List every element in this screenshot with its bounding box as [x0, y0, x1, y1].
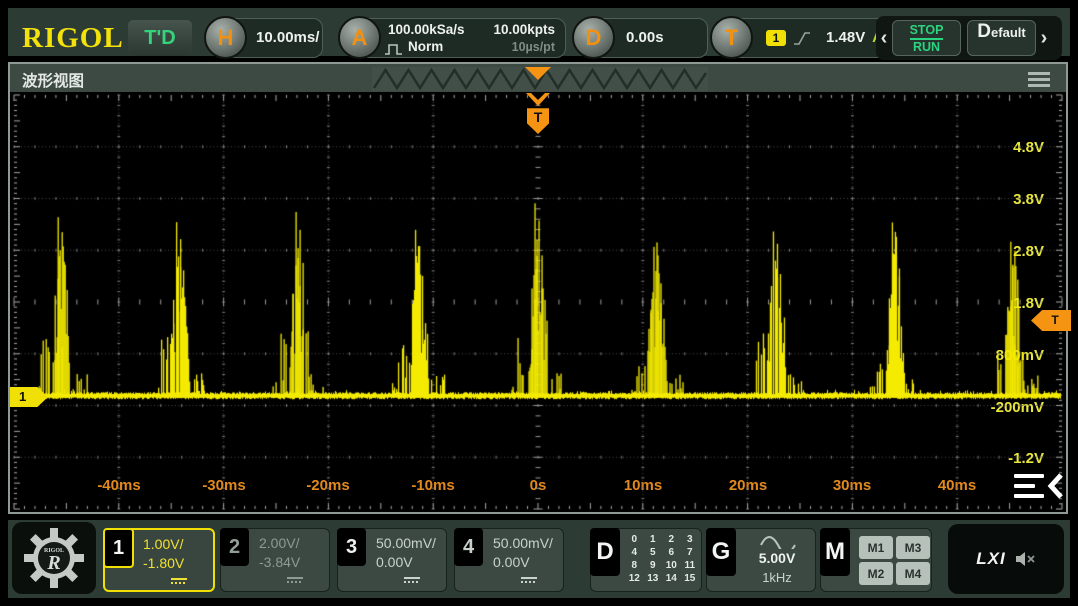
prev-arrow[interactable]: ‹ [876, 27, 892, 50]
trigger-status-badge[interactable]: T'D [128, 20, 192, 56]
channel2-number: 2 [220, 528, 249, 566]
channel2-offset: -3.84V [259, 553, 300, 572]
acq-mode: Norm [408, 39, 443, 54]
digital-channel-grid: 0123 4567 891011 12131415 [625, 534, 699, 585]
channel2-scale: 2.00V/ [259, 534, 300, 553]
run-label: RUN [913, 40, 940, 54]
trigger-level-value: 1.48V [826, 29, 865, 46]
channel4-number: 4 [454, 528, 483, 566]
default-initial: D [977, 21, 991, 43]
channel1-scale: 1.00V/ [143, 535, 184, 554]
trigger-pill[interactable]: 1 1.48V A [729, 18, 894, 58]
channel2-coupling-icon [287, 577, 303, 583]
channel4-card[interactable]: 4 50.00mV/ 0.00V [454, 528, 564, 592]
math4-button[interactable]: M4 [896, 562, 930, 585]
channel4-scale: 50.00mV/ [493, 534, 553, 553]
stop-label: STOP [910, 23, 944, 40]
trigger-source-chip: 1 [766, 30, 786, 46]
channel4-offset: 0.00V [493, 553, 553, 572]
channel2-card[interactable]: 2 2.00V/ -3.84V [220, 528, 330, 592]
channel3-scale: 50.00mV/ [376, 534, 436, 553]
memory-depth: 10.00kpts [493, 22, 555, 37]
next-arrow[interactable]: › [1036, 27, 1052, 50]
pulse-icon [384, 41, 404, 56]
lxi-status-panel[interactable]: LXI [948, 524, 1064, 594]
time-per-point: 10µs/pt [512, 40, 555, 54]
delay-knob[interactable]: D [572, 16, 615, 59]
channel4-values: 50.00mV/ 0.00V [493, 534, 553, 572]
channel4-coupling-icon [521, 577, 537, 583]
generator-label: G [706, 528, 736, 576]
channel3-card[interactable]: 3 50.00mV/ 0.00V [337, 528, 447, 592]
generator-voltage: 5.00V [741, 550, 813, 566]
channel2-values: 2.00V/ -3.84V [259, 534, 300, 572]
timebase-value: 10.00ms/ [256, 29, 319, 46]
generator-card[interactable]: G 5.00V 1kHz [706, 528, 816, 592]
channel1-offset: -1.80V [143, 554, 184, 573]
menu-icon[interactable] [1028, 72, 1050, 87]
math2-button[interactable]: M2 [859, 562, 893, 585]
math-label: M [820, 528, 850, 576]
digital-label: D [590, 528, 620, 576]
channel1-values: 1.00V/ -1.80V [143, 535, 184, 573]
delay-value: 0.00s [626, 29, 664, 46]
waveform-canvas[interactable] [10, 92, 1066, 510]
horizontal-knob[interactable]: H [204, 16, 247, 59]
acquisition-knob[interactable]: A [338, 16, 381, 59]
channel3-number: 3 [337, 528, 366, 566]
top-status-bar: RIGOL T'D H 10.00ms/ A 100.00kSa/s Norm … [8, 8, 1070, 56]
digital-channels-card[interactable]: D 0123 4567 891011 12131415 [590, 528, 702, 592]
acquisition-pill[interactable]: 100.00kSa/s Norm 10.00kpts 10µs/pt [357, 18, 566, 58]
stop-run-button[interactable]: STOP RUN [892, 20, 961, 56]
waveform-view-header: 波形视图 [10, 64, 1066, 94]
run-control-group: ‹ STOP RUN Default › [876, 16, 1062, 60]
channel1-coupling-icon [171, 578, 187, 584]
lxi-label: LXI [976, 549, 1005, 569]
channel3-values: 50.00mV/ 0.00V [376, 534, 436, 572]
trigger-knob[interactable]: T [710, 16, 753, 59]
math-button-grid: M1 M3 M2 M4 [859, 536, 930, 585]
svg-text:R: R [46, 552, 60, 574]
math-card[interactable]: M M1 M3 M2 M4 [820, 528, 932, 592]
math3-button[interactable]: M3 [896, 536, 930, 559]
default-rest: efault [991, 25, 1026, 40]
default-button[interactable]: Default [967, 20, 1036, 56]
gear-icon: RIGOL R [24, 528, 84, 588]
generator-frequency: 1kHz [741, 570, 813, 585]
chann3-offset: 0.00V [376, 553, 436, 572]
waveform-view-title: 波形视图 [22, 69, 84, 91]
channel1-card[interactable]: 1 1.00V/ -1.80V [103, 528, 215, 592]
waveform-overview-strip[interactable] [372, 67, 708, 91]
chevron-left-icon [1044, 472, 1066, 500]
sine-icon [759, 533, 799, 549]
channel3-coupling-icon [404, 577, 420, 583]
math1-button[interactable]: M1 [859, 536, 893, 559]
channel1-number: 1 [103, 528, 134, 568]
collapse-menu-icon[interactable] [1014, 472, 1070, 504]
sample-rate: 100.00kSa/s [388, 22, 465, 37]
speaker-muted-icon [1014, 550, 1036, 568]
rising-edge-icon [792, 29, 812, 47]
rigol-gear-logo[interactable]: RIGOL R [12, 522, 96, 594]
rigol-logo: RIGOL [22, 22, 124, 55]
